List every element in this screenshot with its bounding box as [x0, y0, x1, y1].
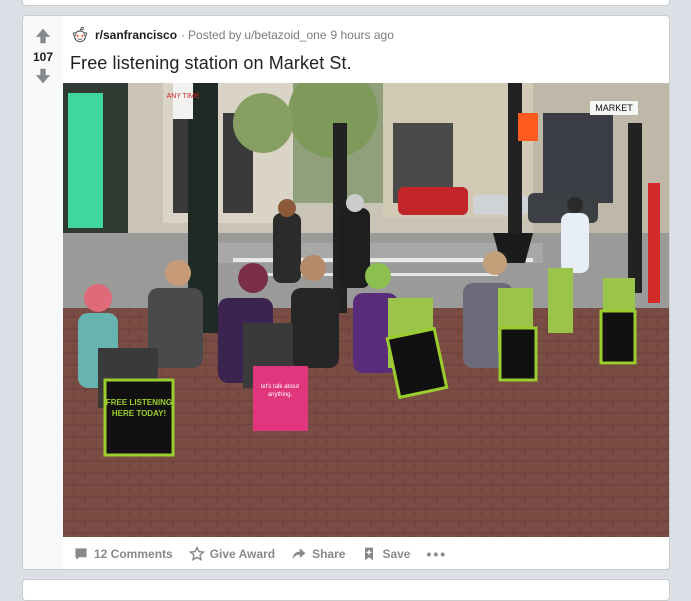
posted-by-label: Posted by — [188, 28, 242, 42]
award-icon — [188, 546, 205, 562]
comment-icon — [75, 548, 87, 560]
share-icon — [292, 548, 306, 560]
post-title[interactable]: Free listening station on Market St. — [70, 53, 352, 74]
post-time[interactable]: 9 hours ago — [331, 28, 394, 42]
svg-text:FREE LISTENING: FREE LISTENING — [106, 398, 172, 407]
previous-post-card — [22, 0, 670, 6]
bookmark-icon — [365, 547, 374, 561]
meta-separator: · — [181, 28, 186, 42]
share-label: Share — [312, 547, 346, 561]
award-label: Give Award — [209, 547, 276, 561]
ellipsis-icon[interactable]: ••• — [420, 542, 453, 566]
arrow-down-icon[interactable] — [34, 67, 52, 85]
svg-text:anything.: anything. — [268, 392, 293, 398]
svg-text:let's talk about: let's talk about — [261, 384, 300, 390]
comments-label: 12 Comments — [94, 547, 173, 561]
share-button[interactable]: Share — [285, 542, 351, 566]
post-image[interactable]: MARKET ANY TIME FREE LISTENING HERE TODA… — [63, 83, 669, 537]
post-meta: r/sanfrancisco · Posted by u/betazoid_on… — [71, 26, 394, 44]
reddit-alien-icon[interactable] — [71, 26, 89, 44]
comments-button[interactable]: 12 Comments — [67, 542, 179, 566]
any-time-sign-text: ANY TIME — [167, 93, 200, 100]
subreddit-link[interactable]: r/sanfrancisco — [95, 28, 177, 42]
arrow-up-icon[interactable] — [34, 27, 52, 45]
post-card[interactable]: 107 r/sanfrancisco · Posted by u/betazoi… — [22, 15, 670, 570]
next-post-card — [22, 579, 670, 601]
vote-column: 107 — [23, 16, 63, 569]
street-photo: MARKET ANY TIME FREE LISTENING HERE TODA… — [63, 83, 669, 537]
save-button[interactable]: Save — [355, 542, 416, 566]
give-award-button[interactable]: Give Award — [183, 542, 281, 566]
svg-text:HERE TODAY!: HERE TODAY! — [112, 409, 166, 418]
market-sign-text: MARKET — [595, 103, 633, 113]
post-actions: 12 Comments Give Award Share Save ••• — [67, 542, 457, 566]
save-label: Save — [382, 547, 411, 561]
author-link[interactable]: u/betazoid_one — [244, 28, 326, 42]
vote-score: 107 — [32, 50, 54, 64]
